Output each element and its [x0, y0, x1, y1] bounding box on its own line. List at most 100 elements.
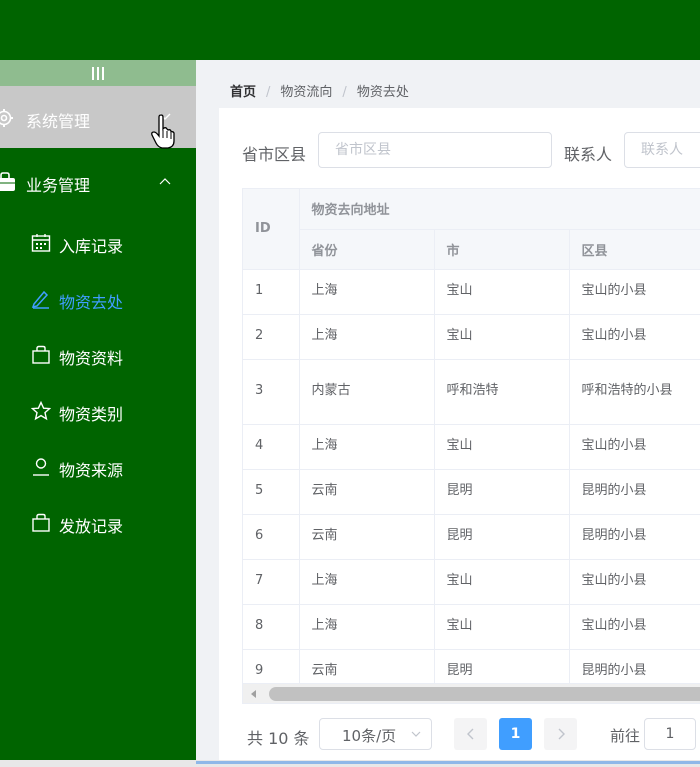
column-header-district: 区县 [569, 229, 700, 270]
table-row: 3内蒙古呼和浩特呼和浩特的小县二 [243, 359, 700, 425]
cell-province: 内蒙古 [299, 359, 435, 425]
table-row: 5云南昆明昆明的小县二 [243, 469, 700, 515]
chevron-down-icon [411, 731, 421, 737]
content-card: 省市区县 联系人 ID 物资去向地址 省份 市 区县 地 [219, 108, 700, 767]
cell-province: 云南 [299, 514, 435, 560]
cell-province: 上海 [299, 314, 435, 360]
menu-business-management-label: 业务管理 [26, 176, 91, 195]
cell-city: 昆明 [434, 514, 570, 560]
cell-province: 上海 [299, 604, 435, 650]
pencil-icon [31, 290, 49, 309]
sidebar-item-label: 入库记录 [59, 237, 124, 256]
chevron-up-icon [159, 178, 171, 185]
cell-id: 6 [243, 514, 300, 560]
sidebar-item-material-source[interactable]: 物资来源 [0, 439, 196, 495]
cell-district: 宝山的小县 [569, 269, 700, 315]
cell-id: 4 [243, 424, 300, 470]
page-number-button[interactable]: 1 [499, 718, 532, 750]
table-row: 2上海宝山宝山的小县二 [243, 314, 700, 360]
cell-city: 宝山 [434, 424, 570, 470]
sidebar-item-label: 物资资料 [59, 349, 124, 368]
hand-cursor-icon [151, 114, 175, 149]
filter-region-label: 省市区县 [242, 145, 307, 164]
main-content: 首页 / 物资流向 / 物资去处 省市区县 联系人 ID 物资去向地址 省份 市 [196, 60, 700, 767]
region-search-input[interactable] [318, 132, 552, 168]
next-page-button[interactable] [544, 718, 577, 750]
star-icon [31, 401, 51, 421]
cell-district: 宝山的小县 [569, 559, 700, 605]
cell-province: 上海 [299, 424, 435, 470]
sidebar-item-label: 发放记录 [59, 517, 124, 536]
table-row: 6云南昆明昆明的小县二 [243, 514, 700, 560]
column-header-province: 省份 [299, 229, 435, 270]
cell-city: 宝山 [434, 559, 570, 605]
user-icon [33, 458, 49, 476]
cell-city: 呼和浩特 [434, 359, 570, 425]
cell-id: 2 [243, 314, 300, 360]
briefcase-icon [0, 172, 15, 191]
breadcrumb-separator: / [342, 85, 347, 100]
gear-icon [0, 109, 13, 127]
cell-id: 7 [243, 559, 300, 605]
prev-page-button[interactable] [454, 718, 487, 750]
sidebar-item-label: 物资类别 [59, 405, 124, 424]
sidebar-item-label: 物资来源 [59, 461, 124, 480]
breadcrumb-current: 物资去处 [356, 85, 409, 100]
bag-icon [32, 345, 50, 364]
cell-city: 宝山 [434, 314, 570, 360]
bottom-status-strip [0, 760, 700, 767]
sidebar-item-distribution-records[interactable]: 发放记录 [0, 495, 196, 551]
breadcrumb: 首页 / 物资流向 / 物资去处 [230, 81, 409, 100]
goto-label: 前往 [610, 727, 641, 745]
cell-city: 昆明 [434, 469, 570, 515]
cell-district: 昆明的小县 [569, 469, 700, 515]
sidebar-item-material-info[interactable]: 物资资料 [0, 327, 196, 383]
sidebar-item-material-category[interactable]: 物资类别 [0, 383, 196, 439]
cell-city: 宝山 [434, 269, 570, 315]
table-row: 4上海宝山宝山的小县二 [243, 424, 700, 470]
column-header-city: 市 [434, 229, 570, 270]
cell-district: 宝山的小县 [569, 424, 700, 470]
data-table: ID 物资去向地址 省份 市 区县 地 1上海宝山宝山的小县二 [242, 188, 700, 704]
cell-district: 呼和浩特的小县 [569, 359, 700, 425]
menu-system-management-label: 系统管理 [26, 112, 91, 131]
sidebar: 系统管理 业务管理 入库记录 物资去处 物资资料 物资类别 物资来源 发放记录 [0, 60, 196, 767]
sidebar-collapse-toggle[interactable] [0, 60, 196, 86]
scroll-left-arrow-icon[interactable] [251, 690, 256, 698]
sidebar-item-material-destination[interactable]: 物资去处 [0, 271, 196, 327]
pagination-total: 共 10 条 [247, 729, 310, 748]
cell-id: 8 [243, 604, 300, 650]
table-row: 7上海宝山宝山的小县二 [243, 559, 700, 605]
table-row: 8上海宝山宝山的小县二 [243, 604, 700, 650]
column-header-id: ID [243, 189, 300, 270]
cell-id: 1 [243, 269, 300, 315]
breadcrumb-material-flow: 物资流向 [280, 85, 333, 100]
cell-province: 上海 [299, 559, 435, 605]
chevron-right-icon [558, 728, 565, 740]
scrollbar-thumb[interactable] [269, 687, 700, 701]
bottom-accent-line [196, 761, 700, 764]
cell-district: 宝山的小县 [569, 604, 700, 650]
chevron-left-icon [466, 728, 473, 740]
cell-district: 宝山的小县 [569, 314, 700, 360]
column-group-header-address: 物资去向地址 [299, 189, 700, 230]
breadcrumb-home[interactable]: 首页 [230, 85, 256, 100]
cell-district: 昆明的小县 [569, 514, 700, 560]
three-bars-icon [92, 66, 104, 80]
cell-province: 上海 [299, 269, 435, 315]
horizontal-scrollbar[interactable] [243, 683, 700, 703]
sidebar-item-label: 物资去处 [59, 293, 124, 312]
page-size-select[interactable]: 10条/页 [319, 718, 432, 750]
goto-page-input[interactable] [644, 718, 696, 750]
cell-id: 3 [243, 359, 300, 425]
top-header-bar [0, 0, 700, 60]
cell-city: 宝山 [434, 604, 570, 650]
contact-search-input[interactable] [624, 132, 700, 168]
cell-id: 5 [243, 469, 300, 515]
calendar-icon [31, 234, 51, 252]
cell-province: 云南 [299, 469, 435, 515]
page-size-value: 10条/页 [342, 727, 397, 745]
filter-contact-label: 联系人 [564, 145, 613, 164]
sidebar-item-inbound-records[interactable]: 入库记录 [0, 215, 196, 271]
menu-business-management[interactable]: 业务管理 [0, 148, 196, 216]
